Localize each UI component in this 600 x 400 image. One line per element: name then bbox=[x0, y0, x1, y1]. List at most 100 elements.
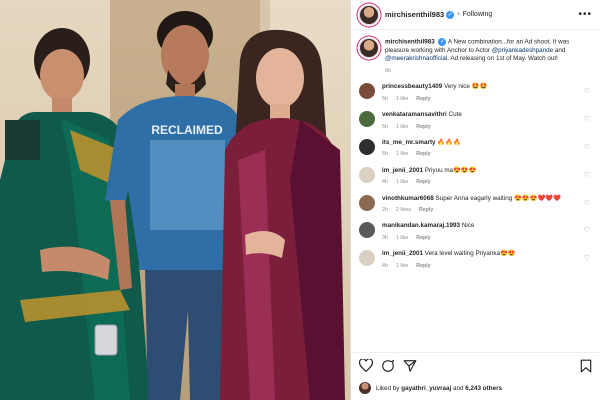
comment-time: 4h bbox=[382, 179, 388, 186]
comment-avatar[interactable] bbox=[359, 138, 375, 155]
comment-like-heart-icon[interactable]: ♡ bbox=[584, 254, 590, 262]
comment-likes[interactable]: 1 like bbox=[396, 263, 408, 269]
comment-meta: 3h 1 like Reply bbox=[382, 234, 474, 242]
comment-avatar[interactable] bbox=[359, 166, 375, 183]
comment-username[interactable]: princessbeauty1409 bbox=[382, 83, 442, 90]
comment-text: Nice bbox=[461, 222, 475, 230]
caption-mention-1[interactable]: @priyankadeshpande bbox=[492, 47, 553, 54]
comment-avatar[interactable] bbox=[359, 222, 375, 239]
liked-by-count[interactable]: 6,243 others bbox=[465, 385, 502, 392]
comment-time: 5h bbox=[382, 95, 388, 102]
comment-likes[interactable]: 1 like bbox=[396, 235, 408, 241]
comment-time: 2h bbox=[382, 206, 388, 213]
comment-avatar[interactable] bbox=[359, 111, 375, 128]
comment-body: im_jenii_2001 Vera level waiting Priyank… bbox=[382, 250, 516, 270]
comment-body: venkataramansavithri Cute 5h 1 like Reply bbox=[382, 111, 462, 131]
caption-username[interactable]: mirchisenthil983 bbox=[385, 39, 435, 46]
comment-body: its_me_mr.smarty 🔥🔥🔥 5h 1 like Reply bbox=[382, 139, 461, 159]
shirt-text: RECLAIMED bbox=[151, 123, 223, 137]
comment-avatar[interactable] bbox=[359, 250, 375, 267]
liked-by-prefix: Liked by bbox=[376, 384, 400, 392]
comments-list[interactable]: mirchisenthil983 ✓ A New combination...f… bbox=[351, 30, 600, 352]
comment-avatar[interactable] bbox=[359, 83, 375, 100]
comment-username[interactable]: its_me_mr.smarty bbox=[382, 139, 436, 146]
action-bar bbox=[358, 358, 592, 378]
separator-dot: • bbox=[457, 11, 460, 18]
comment-like-heart-icon[interactable]: ♡ bbox=[584, 87, 590, 95]
comment-text: Vera level waiting Priyanka😍😍 bbox=[424, 250, 516, 258]
comment-username[interactable]: im_jenii_2001 bbox=[382, 250, 423, 257]
comment-reply-button[interactable]: Reply bbox=[416, 235, 430, 241]
like-heart-icon[interactable] bbox=[358, 358, 374, 377]
verified-badge-icon: ✓ bbox=[446, 10, 455, 19]
comment-meta: 2h 2 likes Reply bbox=[382, 206, 561, 214]
comment-likes[interactable]: 1 like bbox=[396, 96, 408, 102]
comment-like-heart-icon[interactable]: ♡ bbox=[584, 199, 590, 207]
comment-likes[interactable]: 1 like bbox=[396, 124, 408, 130]
comment-username[interactable]: im_jenii_2001 bbox=[382, 167, 423, 174]
caption-verified-icon: ✓ bbox=[438, 38, 447, 46]
comment-meta: 4h 1 like Reply bbox=[382, 178, 477, 186]
comment-reply-button[interactable]: Reply bbox=[416, 151, 430, 157]
caption-connector: and bbox=[554, 47, 566, 55]
comment-text: Super Anna eagarly waiting 😍😍😍❤️❤️❤️ bbox=[435, 194, 562, 202]
comment-username[interactable]: manikandan.kamaraj.1993 bbox=[382, 222, 460, 229]
comment-username[interactable]: venkataramansavithri bbox=[382, 111, 447, 118]
comment-row: im_jenii_2001 Vera level waiting Priyank… bbox=[359, 250, 592, 270]
author-username[interactable]: mirchisenthil983 bbox=[385, 10, 444, 19]
comment-meta: 5h 1 like Reply bbox=[382, 95, 487, 103]
post-header: mirchisenthil983 ✓ • Following ••• bbox=[351, 0, 600, 30]
author-avatar[interactable] bbox=[359, 4, 379, 25]
comment-avatar[interactable] bbox=[359, 194, 375, 211]
comment-meta: 4h 1 like Reply bbox=[382, 262, 516, 270]
woman-maroon-dress bbox=[220, 29, 345, 400]
comment-time: 4h bbox=[382, 262, 388, 269]
comment-body: im_jenii_2001 Priyuu ma😍😍😍 4h 1 like Reply bbox=[382, 167, 477, 187]
woman-green-saree bbox=[0, 28, 150, 400]
comment-like-heart-icon[interactable]: ♡ bbox=[584, 115, 590, 123]
comment-row: manikandan.kamaraj.1993 Nice 3h 1 like Repl… bbox=[359, 222, 592, 242]
comment-text: Priyuu ma😍😍😍 bbox=[424, 166, 477, 174]
comment-reply-button[interactable]: Reply bbox=[416, 179, 430, 185]
following-button[interactable]: Following bbox=[463, 11, 493, 18]
share-icon[interactable] bbox=[403, 359, 417, 378]
photo-figures: RECLAIMED bbox=[0, 11, 345, 400]
comment-row: venkataramansavithri Cute 5h 1 like Reply ♡ bbox=[359, 111, 592, 131]
comment-meta: 5h 1 like Reply bbox=[382, 150, 461, 158]
comment-time: 5h bbox=[382, 123, 388, 130]
comment-body: vinothkumar6068 Super Anna eagarly waiti… bbox=[382, 195, 561, 215]
comment-reply-button[interactable]: Reply bbox=[416, 124, 430, 130]
post-sidebar: mirchisenthil983 ✓ • Following ••• mirch… bbox=[350, 0, 600, 400]
comment-body: princessbeauty1409 Very nice 🤩🤩 5h 1 like R… bbox=[382, 83, 487, 103]
comment-icon[interactable] bbox=[381, 359, 395, 378]
comment-like-heart-icon[interactable]: ♡ bbox=[584, 171, 590, 179]
comment-like-heart-icon[interactable]: ♡ bbox=[584, 143, 590, 151]
comment-username[interactable]: vinothkumar6068 bbox=[382, 195, 434, 202]
comment-meta: 5h 1 like Reply bbox=[382, 123, 462, 131]
comment-time: 3h bbox=[382, 234, 388, 241]
comment-likes[interactable]: 2 likes bbox=[396, 207, 411, 213]
liked-by-and: and bbox=[453, 384, 464, 392]
comment-reply-button[interactable]: Reply bbox=[419, 207, 433, 213]
liked-by-avatar[interactable] bbox=[359, 382, 371, 394]
caption-avatar[interactable] bbox=[359, 38, 379, 58]
comment-row: im_jenii_2001 Priyuu ma😍😍😍 4h 1 like Reply ♡ bbox=[359, 166, 592, 187]
more-options-icon[interactable]: ••• bbox=[578, 9, 592, 20]
liked-by: Liked by gayathri_yuvraaj and 6,243 othe… bbox=[359, 382, 592, 394]
liked-by-user[interactable]: gayathri_yuvraaj bbox=[401, 385, 451, 392]
caption-time: 6h bbox=[385, 67, 392, 74]
comment-row: its_me_mr.smarty 🔥🔥🔥 5h 1 like Reply ♡ bbox=[359, 138, 592, 159]
comment-likes[interactable]: 1 like bbox=[396, 151, 408, 157]
caption-body: mirchisenthil983 ✓ A New combination...f… bbox=[385, 38, 592, 75]
comment-body: manikandan.kamaraj.1993 Nice 3h 1 like Repl… bbox=[382, 222, 474, 242]
comment-reply-button[interactable]: Reply bbox=[416, 96, 430, 102]
post-photo[interactable]: RECLAIMED bbox=[0, 0, 350, 400]
bookmark-icon[interactable] bbox=[580, 359, 592, 378]
comment-likes[interactable]: 1 like bbox=[396, 179, 408, 185]
post-footer: Liked by gayathri_yuvraaj and 6,243 othe… bbox=[351, 352, 600, 400]
caption-text-end: . Ad releasing on 1st of May. Watch out! bbox=[447, 55, 558, 63]
caption-mention-2[interactable]: @meerakrishnaofficial bbox=[385, 55, 447, 62]
comment-like-heart-icon[interactable]: ♡ bbox=[584, 226, 590, 234]
comment-text: 🔥🔥🔥 bbox=[437, 138, 461, 146]
comment-reply-button[interactable]: Reply bbox=[416, 263, 430, 269]
